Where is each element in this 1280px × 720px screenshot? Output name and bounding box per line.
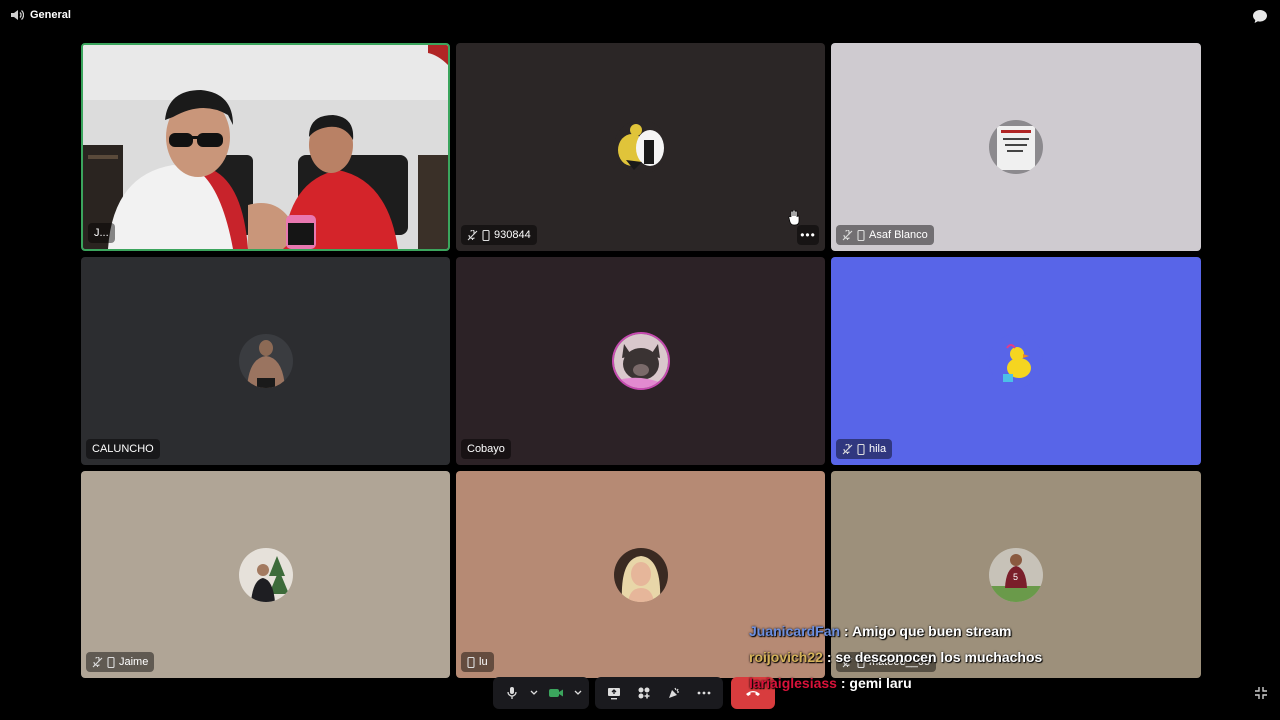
- activities-button[interactable]: [630, 679, 658, 707]
- avatar: [989, 120, 1043, 174]
- chevron-down-icon: [530, 690, 537, 695]
- mic-options-button[interactable]: [527, 679, 541, 707]
- participant-name: Cobayo: [467, 443, 505, 455]
- avatar: [613, 547, 668, 602]
- microphone-icon: [506, 687, 517, 699]
- channel-name: General: [30, 9, 71, 21]
- avatar: [238, 547, 293, 602]
- avatar: [238, 334, 293, 388]
- participant-tile-cobayo[interactable]: Cobayo: [456, 257, 825, 465]
- soundboard-icon: [669, 687, 679, 698]
- activities-icon: [638, 687, 650, 699]
- avatar: [613, 334, 668, 388]
- camera-options-button[interactable]: [571, 679, 585, 707]
- participant-tile-hila[interactable]: hila: [831, 257, 1201, 465]
- participant-nameplate: CALUNCHO: [86, 439, 160, 459]
- participant-name: 930844: [494, 229, 531, 241]
- muted-mic-icon: [842, 229, 853, 240]
- mobile-icon: [107, 656, 115, 668]
- participant-nameplate: 930844: [461, 225, 537, 245]
- mobile-icon: [467, 656, 475, 668]
- chat-message: roijovich22 : se desconocen los muchacho…: [749, 644, 1042, 670]
- call-controls: [0, 677, 1280, 711]
- participant-nameplate: J...: [88, 223, 115, 243]
- participant-name: J...: [94, 227, 109, 239]
- exit-fullscreen-button[interactable]: [1254, 686, 1268, 705]
- avatar: [989, 334, 1043, 388]
- participant-tile-jaime[interactable]: Jaime: [81, 471, 450, 678]
- participant-tile-asaf-blanco[interactable]: Asaf Blanco: [831, 43, 1201, 251]
- screen-share-icon: [608, 687, 620, 699]
- chat-message: JuanicardFan : Amigo que buen stream: [749, 618, 1042, 644]
- participant-nameplate: lu: [461, 652, 494, 672]
- participant-tile-930844[interactable]: 930844 •••: [456, 43, 825, 251]
- chat-button[interactable]: [1252, 9, 1268, 29]
- mouse-cursor: [788, 209, 800, 231]
- soundboard-button[interactable]: [660, 679, 688, 707]
- collapse-icon: [1255, 687, 1267, 699]
- participant-name: CALUNCHO: [92, 443, 154, 455]
- mobile-icon: [482, 229, 490, 241]
- mobile-icon: [857, 229, 865, 241]
- chat-username: JuanicardFan: [749, 623, 841, 639]
- speaker-icon: [11, 10, 24, 20]
- participant-grid: J... 930844 ••• Asaf Blanco CALUNCHO Cob…: [81, 43, 1201, 678]
- stream-chat-overlay: JuanicardFan : Amigo que buen stream roi…: [749, 618, 1042, 696]
- more-options-button[interactable]: •••: [797, 225, 819, 245]
- mobile-icon: [857, 443, 865, 455]
- ellipsis-icon: [697, 691, 711, 695]
- chat-username: lariaiglesiass: [749, 675, 837, 691]
- participant-name: Asaf Blanco: [869, 229, 928, 241]
- mic-button[interactable]: [498, 679, 526, 707]
- participant-name: hila: [869, 443, 887, 455]
- muted-mic-icon: [92, 656, 103, 667]
- activities-group: [595, 677, 723, 709]
- svg-text:5: 5: [1013, 572, 1018, 582]
- chevron-down-icon: [574, 690, 581, 695]
- chat-text: : se desconocen los muchachos: [826, 649, 1043, 665]
- more-button[interactable]: [690, 679, 718, 707]
- webcam-video: [83, 45, 448, 249]
- chat-username: roijovich22: [749, 649, 823, 665]
- chat-text: : Amigo que buen stream: [843, 623, 1012, 639]
- participant-nameplate: Jaime: [86, 652, 155, 672]
- muted-mic-icon: [467, 229, 478, 240]
- chat-bubble-icon: [1253, 10, 1267, 23]
- participant-tile-caluncho[interactable]: CALUNCHO: [81, 257, 450, 465]
- camera-button[interactable]: [542, 679, 570, 707]
- participant-nameplate: hila: [836, 439, 893, 459]
- audio-video-group: [493, 677, 589, 709]
- top-bar: General: [0, 0, 1280, 32]
- chat-text: : gemi laru: [840, 675, 912, 691]
- avatar: 5: [989, 547, 1043, 602]
- screen-share-button[interactable]: [600, 679, 628, 707]
- participant-nameplate: Asaf Blanco: [836, 225, 934, 245]
- participant-nameplate: Cobayo: [461, 439, 511, 459]
- participant-tile-video[interactable]: J...: [81, 43, 450, 251]
- video-camera-icon: [548, 689, 563, 697]
- chat-message: lariaiglesiass : gemi laru: [749, 670, 1042, 696]
- muted-mic-icon: [842, 443, 853, 454]
- avatar: [613, 120, 668, 174]
- participant-name: Jaime: [119, 656, 149, 668]
- channel-header[interactable]: General: [10, 9, 71, 21]
- participant-name: lu: [479, 656, 488, 668]
